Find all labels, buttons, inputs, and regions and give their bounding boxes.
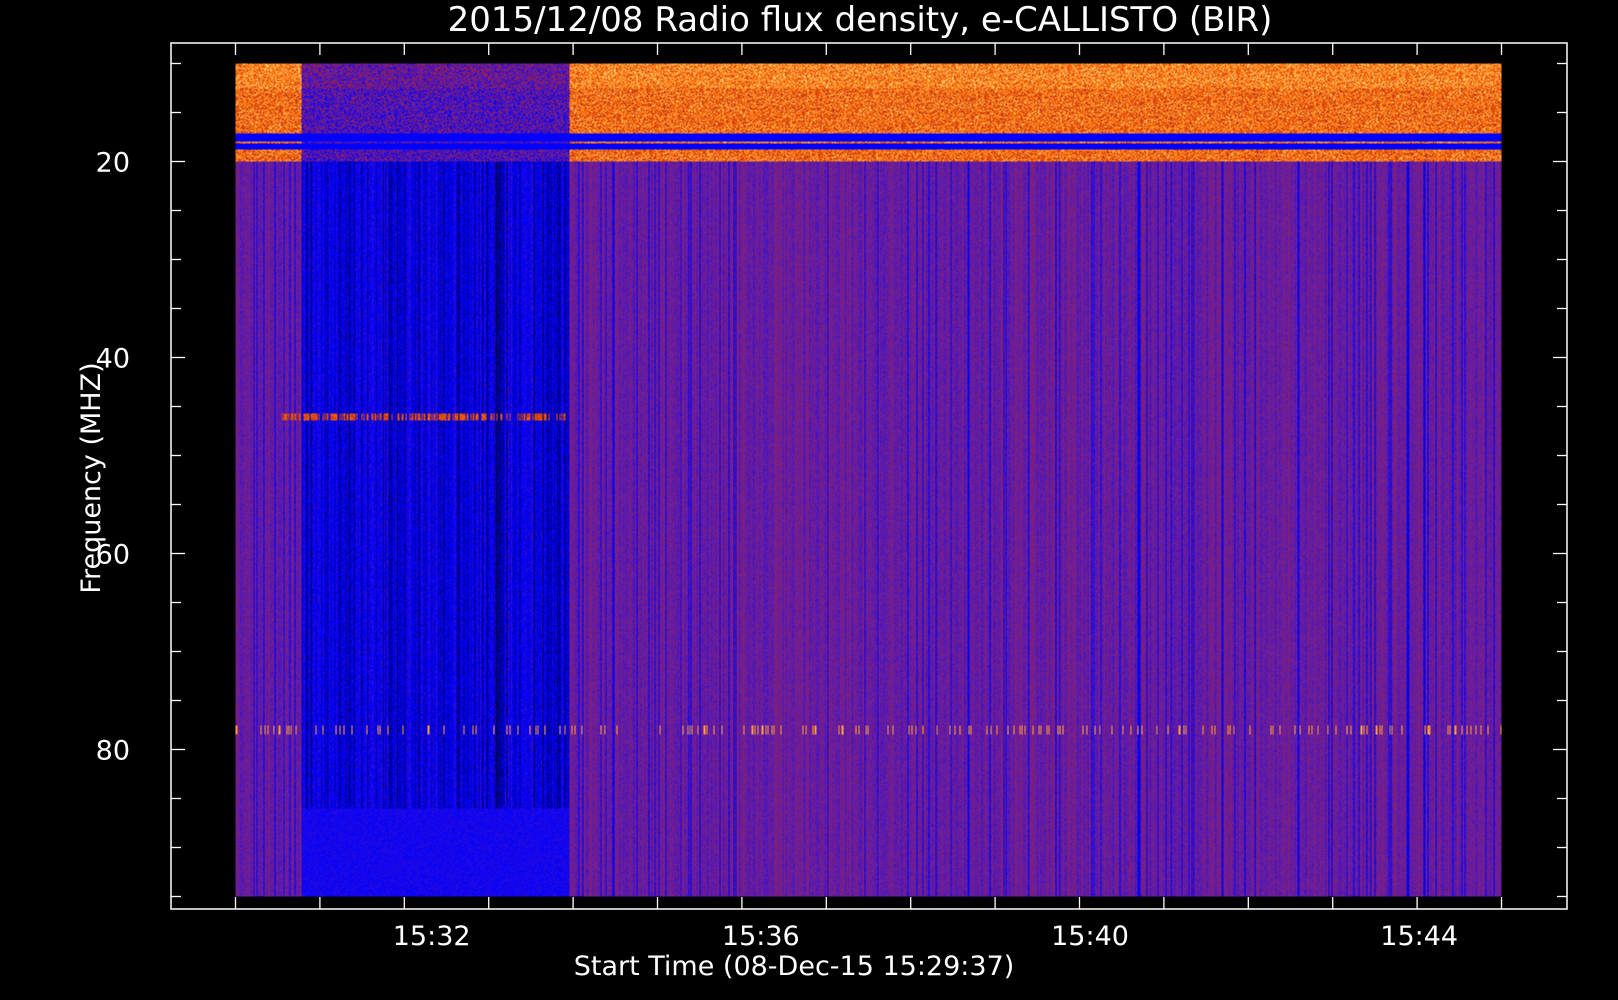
y-axis-label: Frequency (MHZ) <box>76 362 107 593</box>
y-tick-label: 80 <box>96 736 130 767</box>
x-tick-label: 15:36 <box>722 921 800 952</box>
chart-title: 2015/12/08 Radio flux density, e-CALLIST… <box>448 0 1273 40</box>
x-tick-label: 15:44 <box>1380 921 1458 952</box>
x-tick-label: 15:32 <box>393 921 471 952</box>
x-tick-label: 15:40 <box>1051 921 1129 952</box>
spectrogram-image <box>235 63 1502 897</box>
y-tick-label: 20 <box>96 148 130 179</box>
heatmap-image <box>235 63 1502 897</box>
x-axis-label: Start Time (08-Dec-15 15:29:37) <box>574 951 1015 982</box>
spectrogram-chart: 2015/12/08 Radio flux density, e-CALLIST… <box>0 0 1618 1000</box>
